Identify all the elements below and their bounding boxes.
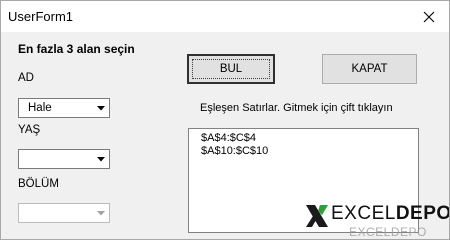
close-icon: [423, 11, 435, 22]
logo-wordmark: EXCELDEPO: [331, 203, 450, 225]
logo-depo-text: DEPO: [395, 203, 450, 224]
bolum-dropdown-button[interactable]: [93, 204, 109, 222]
list-item[interactable]: $A$4:$C$4: [201, 132, 256, 145]
field-label-yas: YAŞ: [18, 124, 41, 136]
yas-dropdown-button[interactable]: [93, 150, 109, 168]
find-button[interactable]: BUL: [187, 54, 275, 84]
window-close-button[interactable]: [409, 1, 449, 32]
ad-combobox-value: Hale: [28, 102, 52, 114]
window-title: UserForm1: [8, 9, 74, 24]
logo-reflection-text: EXCELDEPO: [349, 225, 427, 239]
chevron-down-icon: [97, 156, 105, 161]
ad-combobox[interactable]: Hale: [18, 98, 110, 118]
close-form-button[interactable]: KAPAT: [322, 54, 417, 84]
form-heading: En fazla 3 alan seçin: [18, 42, 135, 56]
ad-dropdown-button[interactable]: [93, 99, 109, 117]
close-form-button-label: KAPAT: [351, 63, 388, 75]
field-label-bolum: BÖLÜM: [18, 178, 59, 190]
chevron-down-icon: [97, 210, 105, 215]
excel-depo-logo: EXCELDEPO EXCELDEPO: [304, 203, 450, 239]
logo-excel-text: EXCEL: [331, 203, 396, 224]
userform-window: UserForm1 En fazla 3 alan seçin AD Hale …: [0, 0, 450, 240]
field-label-ad: AD: [18, 72, 34, 84]
excel-depo-x-logo-icon: [306, 205, 328, 227]
chevron-down-icon: [97, 105, 105, 110]
list-item[interactable]: $A$10:$C$10: [201, 145, 268, 158]
title-bar: UserForm1: [1, 1, 449, 32]
yas-combobox[interactable]: [18, 149, 110, 169]
focus-rectangle: [192, 59, 270, 79]
bolum-combobox[interactable]: [18, 203, 110, 223]
results-hint: Eşleşen Satırlar. Gitmek için çift tıkla…: [200, 102, 393, 114]
